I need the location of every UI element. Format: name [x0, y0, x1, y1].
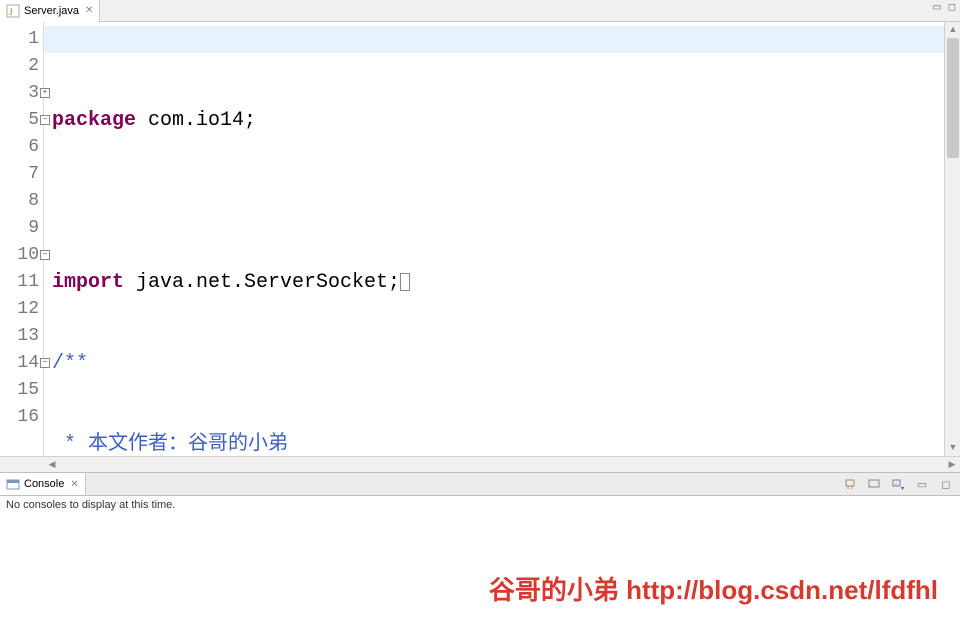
line-number: 2	[0, 53, 39, 80]
maximize-view-icon[interactable]: ◻	[938, 476, 954, 492]
editor-tab-active[interactable]: J Server.java ✕	[0, 0, 100, 22]
vertical-scrollbar[interactable]: ▲ ▼	[944, 22, 960, 456]
line-number: 8	[0, 188, 39, 215]
line-number: 14−	[0, 350, 39, 377]
maximize-icon[interactable]: ◻	[948, 2, 956, 13]
editor-window-controls: ▭ ◻	[932, 2, 956, 13]
current-line-highlight	[44, 26, 960, 53]
tab-filename: Server.java	[24, 5, 79, 17]
console-icon	[6, 477, 20, 491]
open-console-dropdown-icon[interactable]	[890, 476, 906, 492]
scroll-thumb[interactable]	[947, 38, 959, 158]
line-number: 5−	[0, 107, 39, 134]
editor-tab-bar: J Server.java ✕ ▭ ◻	[0, 0, 960, 22]
line-number: 11	[0, 269, 39, 296]
line-number: 7	[0, 161, 39, 188]
scroll-up-arrow-icon[interactable]: ▲	[945, 22, 960, 38]
console-tab-bar: Console ✕ ▭ ◻	[0, 472, 960, 496]
line-number: 3+	[0, 80, 39, 107]
line-number: 15	[0, 377, 39, 404]
display-console-icon[interactable]	[866, 476, 882, 492]
watermark-text: 谷哥的小弟 http://blog.csdn.net/lfdfhl	[489, 570, 938, 607]
minimize-view-icon[interactable]: ▭	[914, 476, 930, 492]
line-number: 12	[0, 296, 39, 323]
collapsed-region-indicator	[400, 273, 410, 291]
line-number: 10−	[0, 242, 39, 269]
code-content[interactable]: package com.io14; import java.net.Server…	[44, 22, 960, 456]
pin-console-icon[interactable]	[842, 476, 858, 492]
line-number: 1	[0, 26, 39, 53]
minimize-icon[interactable]: ▭	[932, 2, 941, 13]
close-console-icon[interactable]: ✕	[70, 479, 78, 490]
horizontal-scrollbar[interactable]: ◀ ▶	[0, 456, 960, 472]
line-number: 6	[0, 134, 39, 161]
line-number: 13	[0, 323, 39, 350]
code-editor[interactable]: 1 2 3+ 5− 6 7 8 9 10− 11 12 13 14− 15 16…	[0, 22, 960, 456]
line-number: 16	[0, 404, 39, 431]
close-tab-icon[interactable]: ✕	[85, 5, 93, 16]
svg-text:J: J	[9, 7, 13, 17]
line-number: 9	[0, 215, 39, 242]
scroll-right-arrow-icon[interactable]: ▶	[944, 457, 960, 473]
console-toolbar: ▭ ◻	[842, 476, 954, 492]
java-file-icon: J	[6, 4, 20, 18]
line-number-gutter: 1 2 3+ 5− 6 7 8 9 10− 11 12 13 14− 15 16	[0, 22, 44, 456]
console-tab[interactable]: Console ✕	[0, 473, 86, 495]
console-tab-label: Console	[24, 478, 64, 490]
console-body: No consoles to display at this time.	[0, 496, 960, 536]
scroll-left-arrow-icon[interactable]: ◀	[44, 457, 60, 473]
console-empty-message: No consoles to display at this time.	[6, 499, 175, 511]
